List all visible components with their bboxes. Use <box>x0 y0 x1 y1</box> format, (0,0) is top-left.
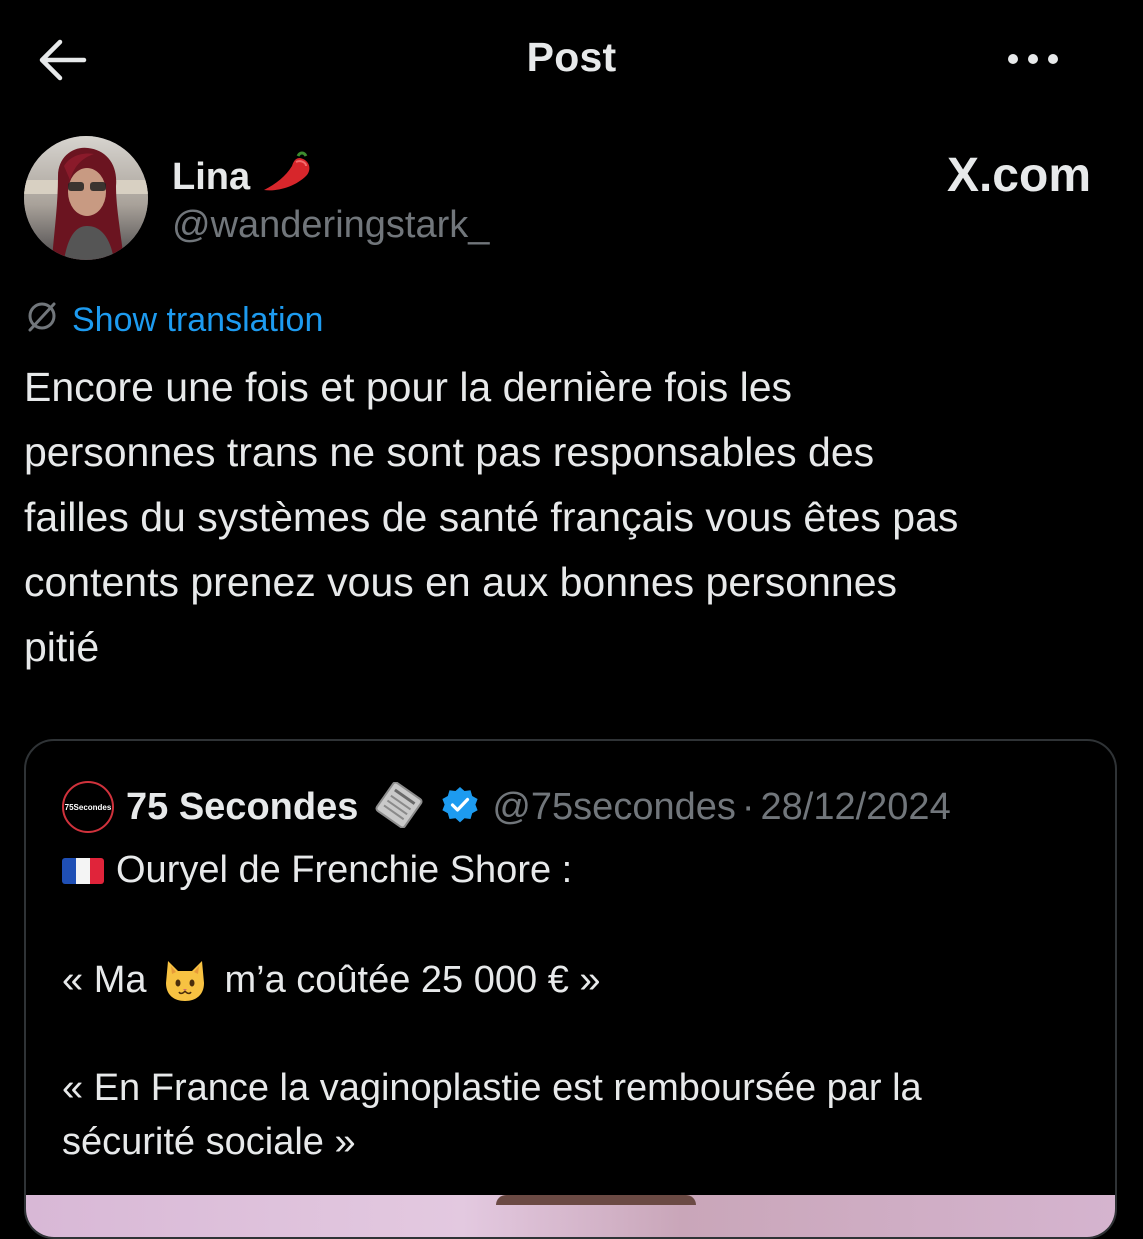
author-handle[interactable]: @wanderingstark_ <box>172 204 489 247</box>
hot-pepper-icon <box>260 150 316 204</box>
quoted-line-2-pre: « Ma <box>62 958 147 1001</box>
media-preview-shape <box>496 1195 696 1205</box>
more-options-icon[interactable] <box>1003 44 1063 74</box>
quoted-post-date[interactable]: 28/12/2024 <box>761 786 951 829</box>
post-line: failles du systèmes de santé français vo… <box>24 494 959 540</box>
quoted-line-1-text: Ouryel de Frenchie Shore : <box>116 849 573 891</box>
newspaper-icon <box>372 781 426 833</box>
x-logo-text: X.com <box>946 149 1091 202</box>
top-bar: Post <box>0 0 1143 118</box>
quoted-line-1: Ouryel de Frenchie Shore : <box>62 849 572 892</box>
post-body: Encore une fois et pour la dernière fois… <box>24 355 1124 680</box>
post-line: Encore une fois et pour la dernière fois… <box>24 364 793 410</box>
french-flag-icon <box>62 857 104 884</box>
quoted-line-2-post: m’a coûtée 25 000 € » <box>224 958 601 1001</box>
quoted-avatar-text: 75Secondes <box>64 802 112 812</box>
post-line: personnes trans ne sont pas responsables… <box>24 429 875 475</box>
separator-dot: · <box>741 785 755 828</box>
quoted-line-3: « En France la vaginoplastie est rembour… <box>62 1067 922 1110</box>
avatar[interactable] <box>24 136 148 260</box>
author-name[interactable]: Lina <box>172 150 316 204</box>
translate-icon <box>24 298 60 343</box>
quoted-avatar[interactable]: 75Secondes <box>62 781 114 833</box>
author-name-text: Lina <box>172 155 251 198</box>
quoted-post[interactable]: 75Secondes 75 Secondes @75secondes · 28/ <box>24 739 1117 1239</box>
post-line: pitié <box>24 624 100 670</box>
quoted-author-name[interactable]: 75 Secondes <box>126 786 358 829</box>
quoted-media[interactable] <box>26 1195 1115 1237</box>
quoted-line-4-text: sécurité sociale » <box>62 1121 356 1163</box>
page-title: Post <box>526 34 617 80</box>
verified-badge-icon <box>440 785 480 830</box>
show-translation-link[interactable]: Show translation <box>24 298 323 343</box>
quoted-post-header: 75Secondes 75 Secondes @75secondes · 28/ <box>62 781 951 833</box>
x-com-watermark: X.com <box>947 148 1091 203</box>
quoted-line-2: « Ma m’a coûtée 25 000 € » <box>62 957 601 1003</box>
quoted-line-4: sécurité sociale » <box>62 1121 356 1164</box>
quoted-author-handle[interactable]: @75secondes <box>492 786 736 829</box>
cat-face-icon <box>162 957 208 1003</box>
show-translation-label: Show translation <box>72 301 324 339</box>
post-line: contents prenez vous en aux bonnes perso… <box>24 559 897 605</box>
quoted-line-3-text: « En France la vaginoplastie est rembour… <box>62 1067 922 1109</box>
